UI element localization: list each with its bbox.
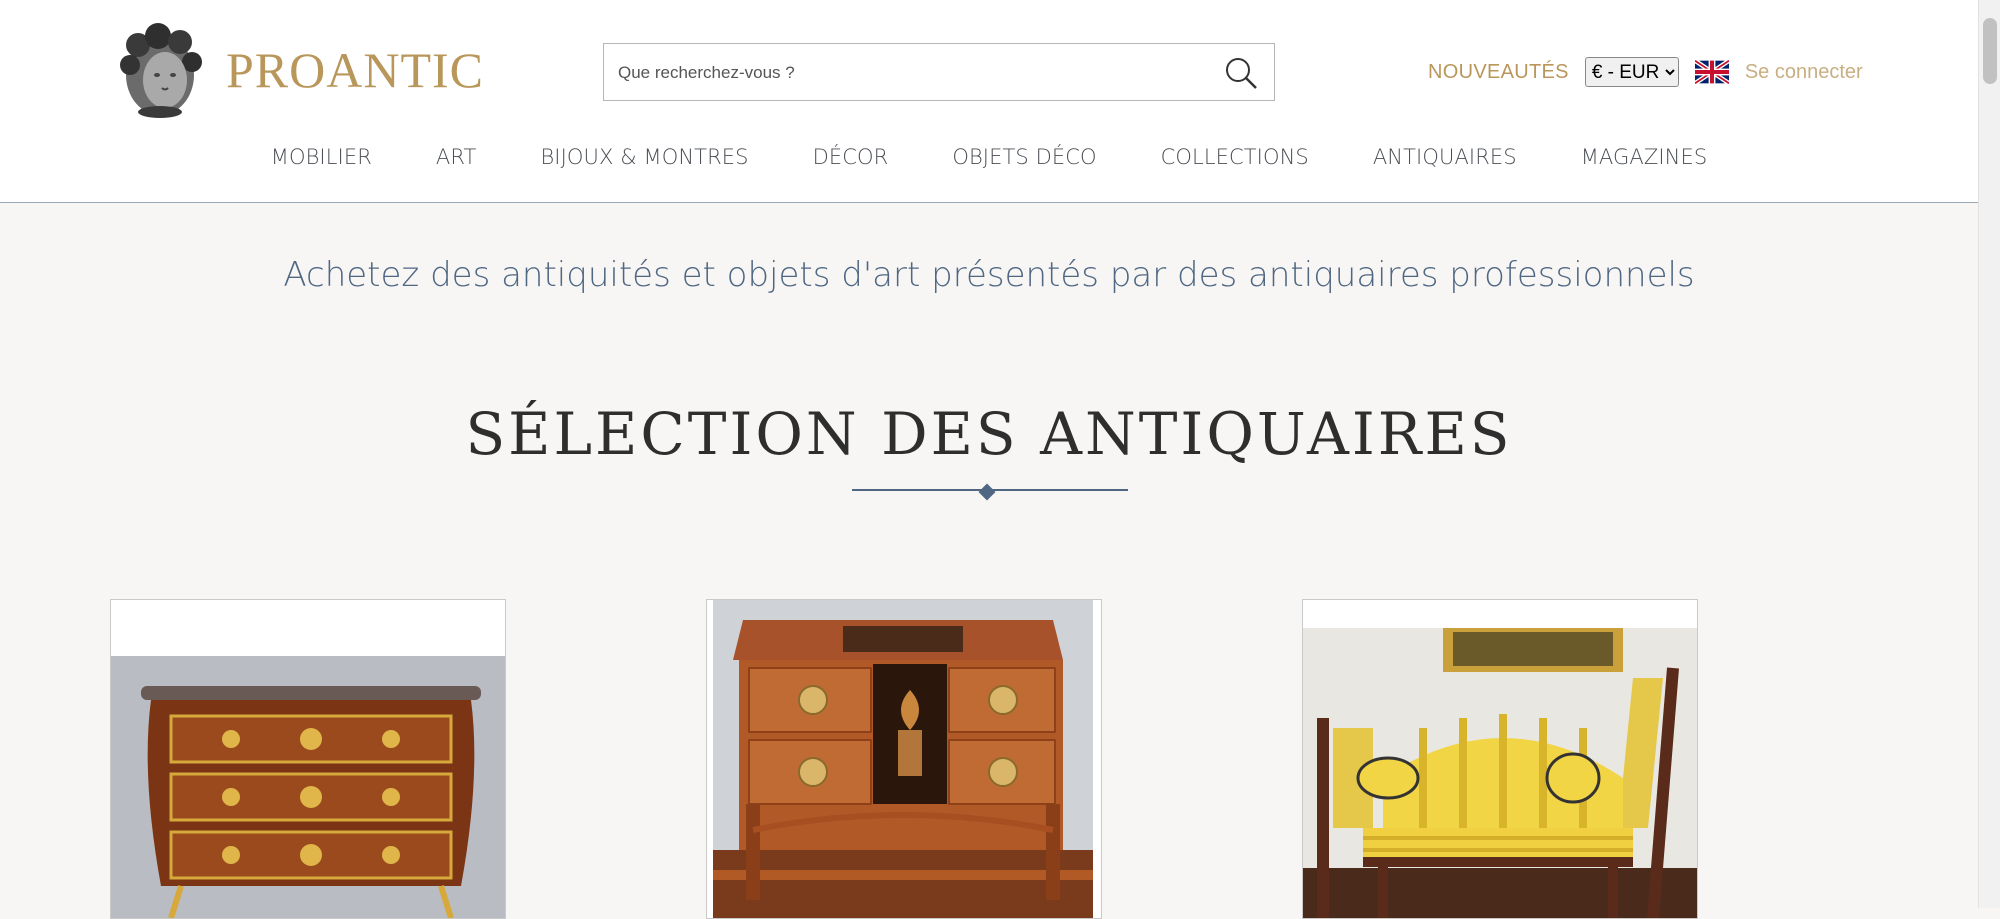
nav-item-collections[interactable]: COLLECTIONS	[1161, 145, 1309, 169]
logo-text: PROANTIC	[226, 42, 485, 98]
header-actions: NOUVEAUTÉS € - EUR Se connecter	[1428, 56, 1863, 88]
title-divider-diamond	[978, 483, 996, 501]
nav-item-mobilier[interactable]: MOBILIER	[271, 145, 372, 169]
yellow-striped-sofa-image	[1303, 628, 1697, 918]
louis-xv-commode-image	[111, 656, 505, 918]
vertical-scrollbar[interactable]	[1978, 0, 2000, 908]
site-header: PROANTIC NOUVEAUTÉS € - EUR Se connecter…	[0, 0, 1978, 203]
nav-item-bijoux-montres[interactable]: BIJOUX & MONTRES	[540, 145, 748, 169]
uk-flag-icon[interactable]	[1694, 60, 1729, 84]
search-icon[interactable]	[1224, 56, 1258, 90]
logo-head-icon	[120, 23, 202, 118]
nav-item-magazines[interactable]: MAGAZINES	[1581, 145, 1708, 169]
product-card-3[interactable]	[1302, 599, 1698, 919]
section-title: SÉLECTION DES ANTIQUAIRES	[465, 400, 1513, 468]
nav-item-antiquaires[interactable]: ANTIQUAIRES	[1373, 145, 1517, 169]
login-link[interactable]: Se connecter	[1745, 61, 1863, 84]
product-card-1[interactable]	[110, 599, 506, 919]
nav-item-objets-deco[interactable]: OBJETS DÉCO	[952, 145, 1096, 169]
product-card-2[interactable]	[706, 599, 1102, 919]
search-input[interactable]	[616, 44, 1210, 102]
search-box	[603, 43, 1275, 102]
main-nav: MOBILIER ART BIJOUX & MONTRES DÉCOR OBJE…	[0, 145, 1978, 169]
logo[interactable]: PROANTIC	[110, 20, 484, 120]
nouveautes-link[interactable]: NOUVEAUTÉS	[1428, 61, 1569, 84]
nav-item-art[interactable]: ART	[436, 145, 477, 169]
marquetry-commode-image	[713, 600, 1093, 918]
currency-select[interactable]: € - EUR	[1584, 57, 1679, 87]
nav-item-decor[interactable]: DÉCOR	[813, 145, 889, 169]
scrollbar-thumb[interactable]	[1983, 18, 1997, 84]
hero-tagline: Achetez des antiquités et objets d'art p…	[283, 255, 1695, 295]
